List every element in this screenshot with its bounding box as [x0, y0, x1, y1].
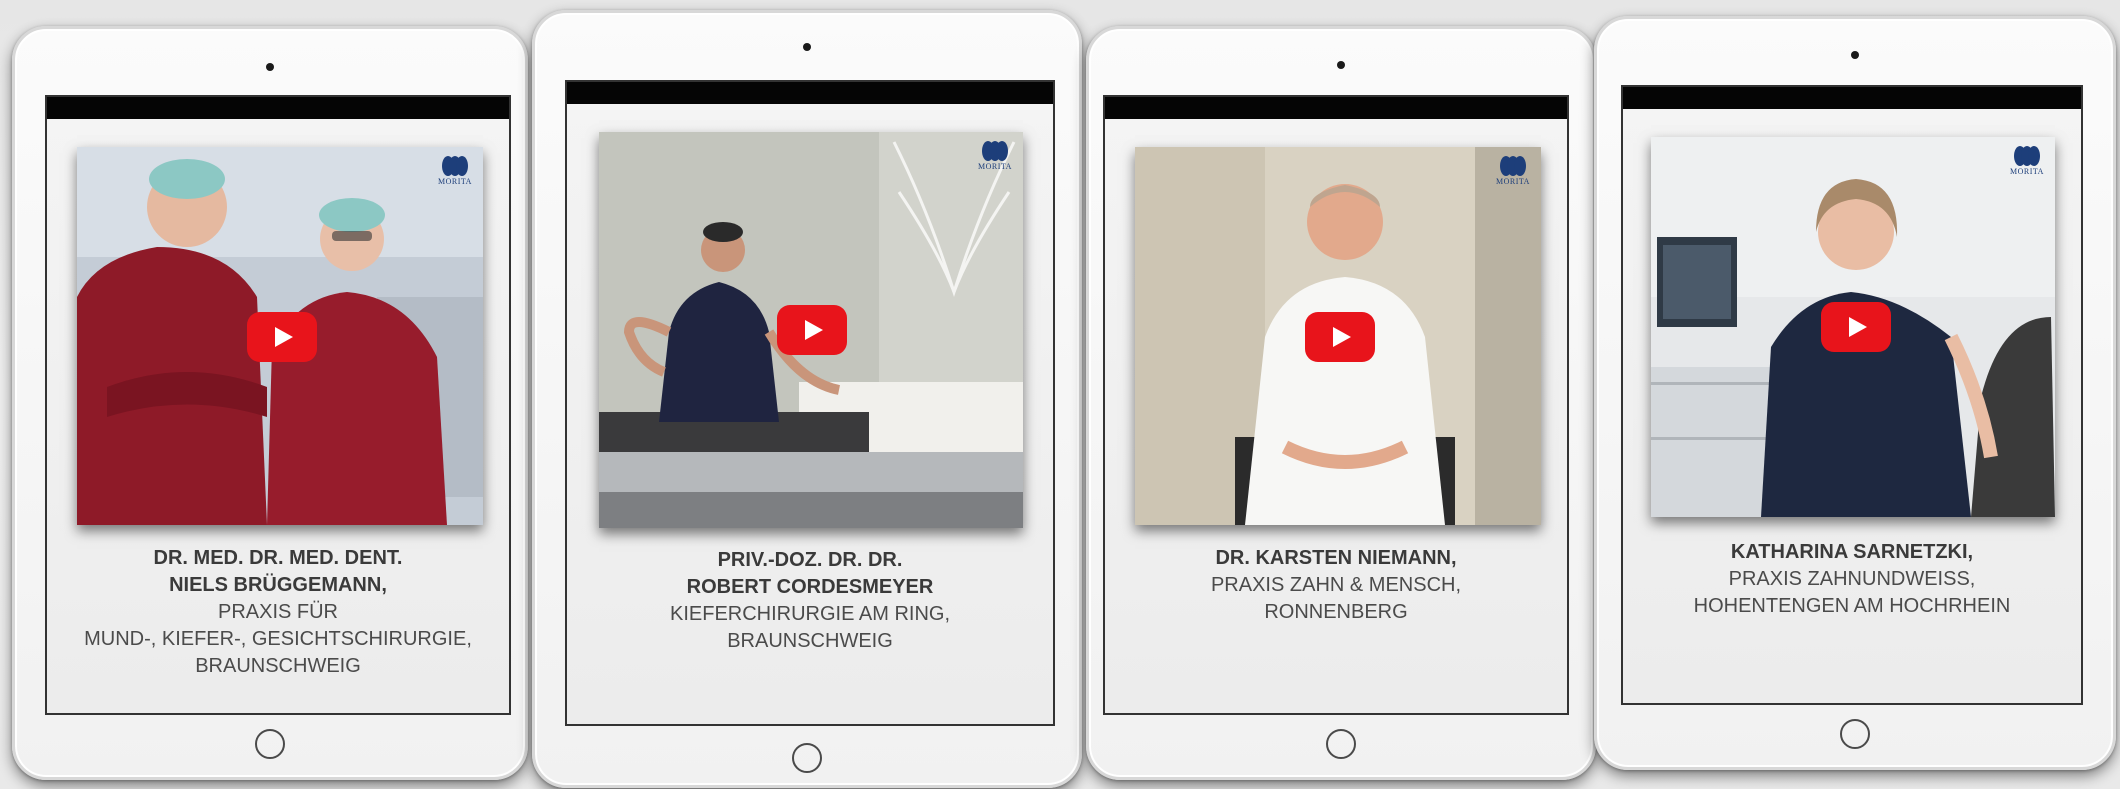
caption-city-line: HOHENTENGEN AM HOCHRHEIN [1693, 595, 2011, 617]
caption-name-line: ROBERT CORDESMEYER [686, 576, 934, 598]
caption-city-line: BRAUNSCHWEIG [727, 630, 893, 652]
video-thumbnail[interactable]: MORITA [1135, 147, 1541, 525]
camera-dot [266, 63, 274, 71]
youtube-play-icon[interactable] [1305, 312, 1375, 362]
caption-name-line: DR. MED. DR. MED. DENT. [153, 547, 403, 569]
tablet-screen: MORITA DR. MED. DR. MED. DENT. NIELS BRÜ… [45, 95, 511, 715]
tablet-screen: MORITA DR. KARSTEN NIEMANN, PRAXIS ZAHN … [1103, 95, 1569, 715]
card-caption: KATHARINA SARNETZKI, PRAXIS ZAHNUNDWEISS… [1623, 539, 2081, 620]
video-thumbnail[interactable]: MORITA [1651, 137, 2055, 517]
tablet-card-3: MORITA DR. KARSTEN NIEMANN, PRAXIS ZAHN … [1086, 26, 1596, 780]
card-caption: DR. MED. DR. MED. DENT. NIELS BRÜGGEMANN… [47, 545, 509, 680]
tablet-card-2: MORITA PRIV.-DOZ. DR. DR. ROBERT CORDESM… [532, 10, 1082, 788]
camera-dot [803, 43, 811, 51]
camera-dot [1337, 61, 1345, 69]
caption-practice-line: PRAXIS ZAHN & MENSCH, [1210, 574, 1462, 596]
home-button-icon [1326, 729, 1356, 759]
camera-dot [1851, 51, 1859, 59]
morita-logo: MORITA [433, 155, 477, 189]
morita-logo: MORITA [973, 140, 1017, 174]
tablet-card-4: MORITA KATHARINA SARNETZKI, PRAXIS ZAHNU… [1594, 16, 2116, 770]
morita-logo: MORITA [2005, 145, 2049, 179]
screen-top-bar [47, 97, 509, 119]
caption-practice-line: KIEFERCHIRURGIE AM RING, [669, 603, 951, 625]
home-button-icon [792, 743, 822, 773]
screen-top-bar [567, 82, 1053, 104]
caption-practice-line: MUND-, KIEFER-, GESICHTSCHIRURGIE, [84, 628, 472, 650]
caption-name-line: DR. KARSTEN NIEMANN, [1215, 547, 1457, 569]
home-button-icon [1840, 719, 1870, 749]
caption-practice-line: PRAXIS ZAHNUNDWEISS, [1728, 568, 1976, 590]
video-thumbnail[interactable]: MORITA [77, 147, 483, 525]
caption-city-line: RONNENBERG [1264, 601, 1408, 623]
youtube-play-icon[interactable] [777, 305, 847, 355]
morita-logo: MORITA [1491, 155, 1535, 189]
card-caption: DR. KARSTEN NIEMANN, PRAXIS ZAHN & MENSC… [1105, 545, 1567, 626]
youtube-play-icon[interactable] [1821, 302, 1891, 352]
caption-name-line: KATHARINA SARNETZKI, [1730, 541, 1974, 563]
tablet-screen: MORITA KATHARINA SARNETZKI, PRAXIS ZAHNU… [1621, 85, 2083, 705]
video-thumbnail[interactable]: MORITA [599, 132, 1023, 528]
caption-name-line: NIELS BRÜGGEMANN, [169, 574, 387, 596]
tablet-screen: MORITA PRIV.-DOZ. DR. DR. ROBERT CORDESM… [565, 80, 1055, 726]
card-caption: PRIV.-DOZ. DR. DR. ROBERT CORDESMEYER KI… [567, 547, 1053, 655]
caption-practice-line: PRAXIS FÜR [217, 601, 339, 623]
screen-top-bar [1105, 97, 1567, 119]
home-button-icon [255, 729, 285, 759]
caption-name-line: PRIV.-DOZ. DR. DR. [717, 549, 903, 571]
tablet-card-1: MORITA DR. MED. DR. MED. DENT. NIELS BRÜ… [12, 26, 528, 780]
screen-top-bar [1623, 87, 2081, 109]
caption-city-line: BRAUNSCHWEIG [195, 655, 361, 677]
youtube-play-icon[interactable] [247, 312, 317, 362]
